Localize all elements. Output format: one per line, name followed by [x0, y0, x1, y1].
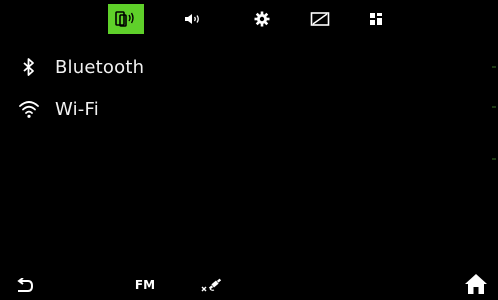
home-button[interactable] — [462, 271, 490, 297]
tab-display[interactable] — [302, 4, 338, 34]
menu-item-bluetooth[interactable]: Bluetooth — [0, 48, 480, 86]
wifi-label: Wi-Fi — [55, 98, 99, 120]
apps-grid-icon — [370, 13, 382, 25]
back-button[interactable] — [14, 276, 36, 296]
tab-sound[interactable] — [175, 4, 211, 34]
top-tab-bar — [0, 0, 498, 38]
phone-connection-icon — [115, 11, 134, 27]
gear-icon — [254, 11, 270, 27]
navigation-satellite-icon — [201, 278, 222, 292]
speaker-icon — [185, 14, 199, 24]
back-arrow-icon — [17, 278, 34, 292]
bluetooth-label: Bluetooth — [55, 56, 145, 78]
tab-settings[interactable] — [244, 4, 280, 34]
display-icon — [310, 12, 330, 26]
navigation-button[interactable] — [200, 274, 224, 296]
home-icon — [465, 274, 487, 294]
tab-connections[interactable] — [108, 4, 144, 34]
edge-mark — [492, 106, 496, 108]
fm-button[interactable]: FM — [130, 274, 160, 296]
wifi-icon — [17, 97, 41, 121]
menu-item-wifi[interactable]: Wi-Fi — [0, 90, 480, 128]
edge-mark — [492, 66, 496, 68]
edge-mark — [492, 158, 496, 160]
fm-label: FM — [134, 278, 156, 292]
bottom-bar: FM — [0, 266, 498, 300]
tab-apps[interactable] — [358, 4, 394, 34]
bluetooth-icon — [17, 55, 41, 79]
